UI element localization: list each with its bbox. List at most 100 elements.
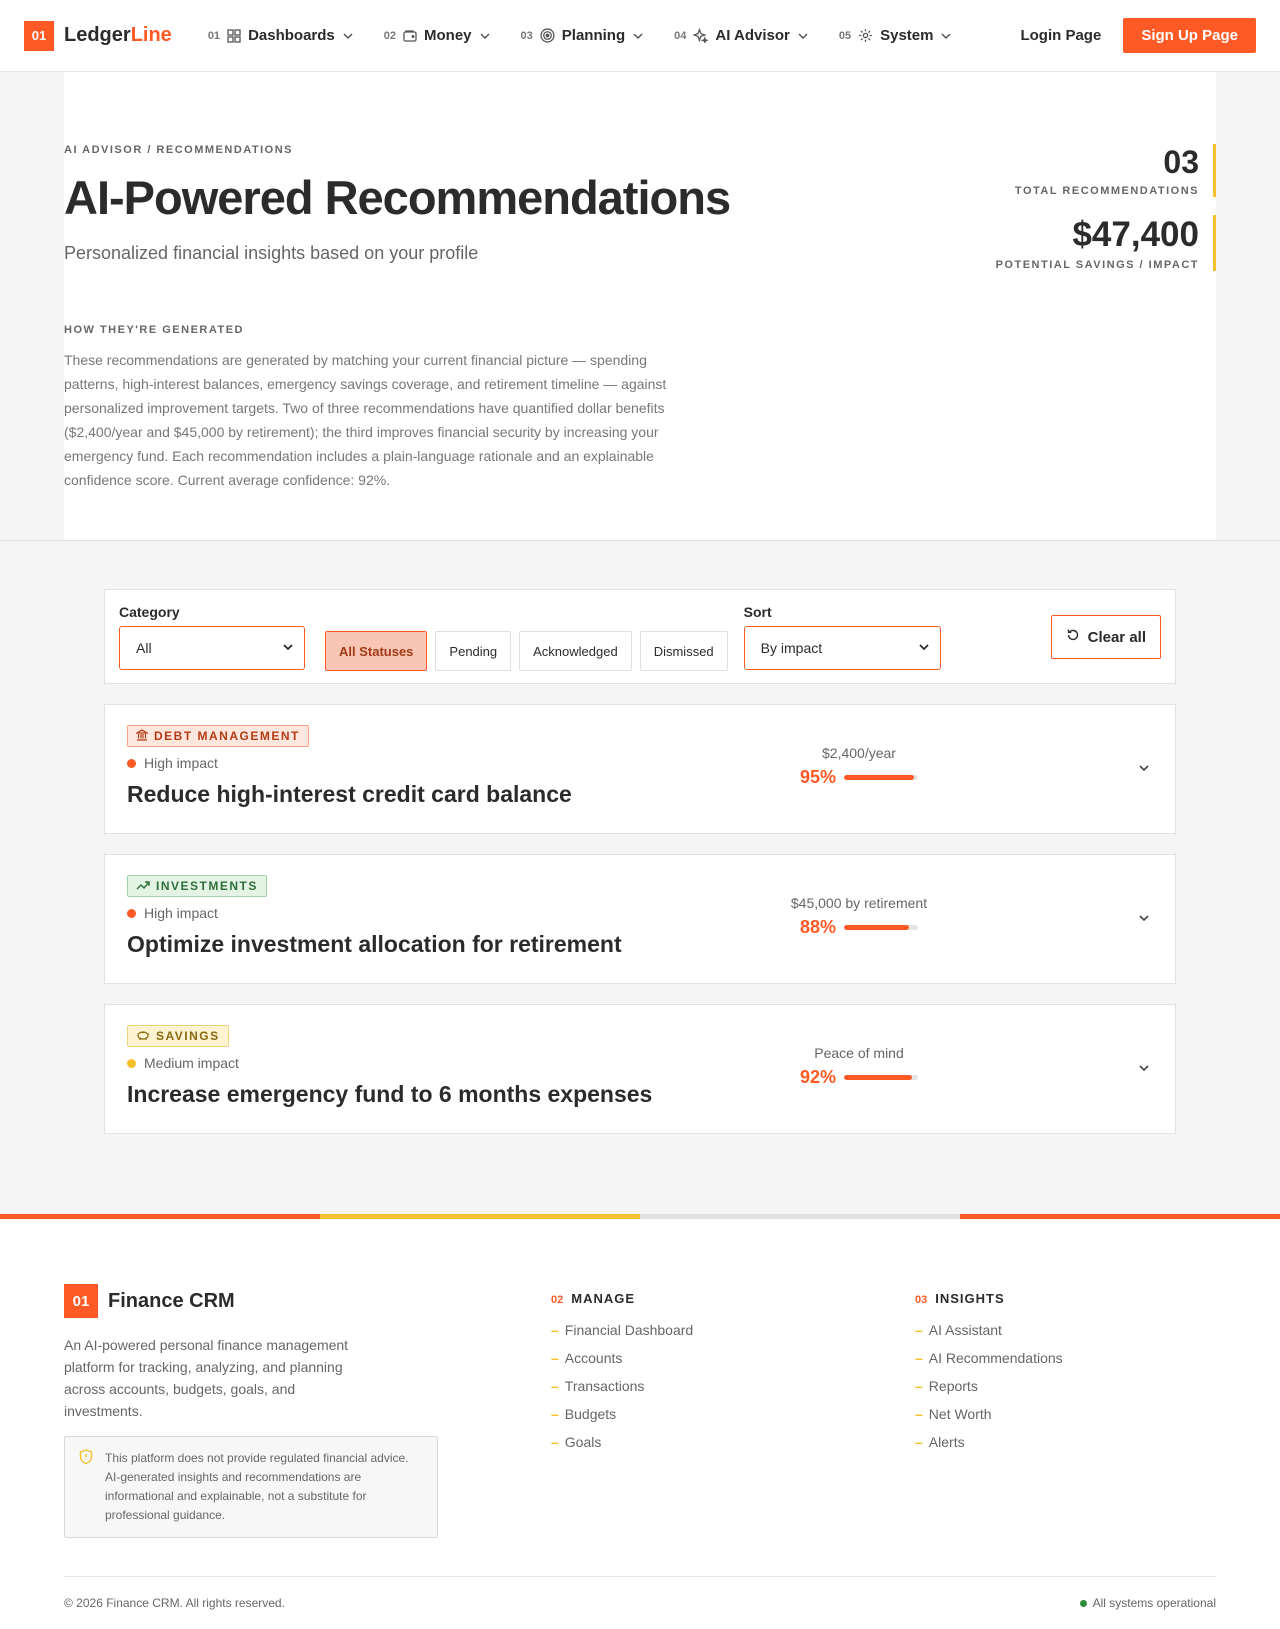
grid-icon xyxy=(227,28,241,43)
stat-value: 03 xyxy=(1163,144,1199,180)
sort-selected-value: By impact xyxy=(760,640,823,656)
logo-badge: 01 xyxy=(24,20,54,51)
hero-panel: AI ADVISOR / RECOMMENDATIONS AI-Powered … xyxy=(64,72,1216,540)
auth-links: Login Page Sign Up Page xyxy=(1020,18,1256,53)
clear-all-button[interactable]: Clear all xyxy=(1050,615,1161,659)
category-tag: SAVINGS xyxy=(127,1025,229,1047)
footer-brand-column: 01 Finance CRM An AI-powered personal fi… xyxy=(64,1284,438,1538)
chevron-down-icon xyxy=(342,30,354,42)
recommendation-card[interactable]: SAVINGS Medium impact Increase emergency… xyxy=(104,1004,1176,1134)
status-filter-group: All Statuses Pending Acknowledged Dismis… xyxy=(325,631,728,671)
system-status: All systems operational xyxy=(1079,1596,1216,1610)
confidence-percent: 95% xyxy=(799,767,837,787)
footer-link[interactable]: Financial Dashboard xyxy=(551,1316,693,1344)
recommendation-card[interactable]: INVESTMENTS High impact Optimize investm… xyxy=(104,854,1176,984)
chevron-down-icon xyxy=(479,30,491,42)
signup-button[interactable]: Sign Up Page xyxy=(1123,18,1256,53)
nav-item-money[interactable]: 02 Money xyxy=(384,27,491,44)
impact-label: High impact xyxy=(144,905,218,921)
wallet-icon xyxy=(403,29,417,43)
confidence-percent: 92% xyxy=(799,1067,837,1087)
footer-link[interactable]: AI Assistant xyxy=(915,1316,1063,1344)
confidence-row: 92% xyxy=(799,1067,919,1088)
confidence-bar xyxy=(844,1075,919,1080)
benefit-confidence: $45,000 by retirement 88% xyxy=(749,895,969,938)
recommendation-title: Optimize investment allocation for retir… xyxy=(127,931,622,957)
footer-link[interactable]: Budgets xyxy=(551,1400,693,1428)
gear-icon xyxy=(858,28,873,43)
expand-chevron-icon[interactable] xyxy=(1137,1061,1151,1080)
logo-text-accent: Line xyxy=(130,24,172,46)
confidence-row: 95% xyxy=(799,767,919,788)
nav-item-system[interactable]: 05 System xyxy=(839,27,953,44)
footer-link[interactable]: Alerts xyxy=(915,1428,1063,1456)
recommendation-card[interactable]: DEBT MANAGEMENT High impact Reduce high-… xyxy=(104,704,1176,834)
status-chip-all[interactable]: All Statuses xyxy=(325,631,428,671)
stat-label: POTENTIAL SAVINGS / IMPACT xyxy=(995,259,1199,271)
confidence-bar-fill xyxy=(844,925,910,930)
category-tag-label: INVESTMENTS xyxy=(156,879,258,893)
category-select[interactable]: All xyxy=(119,626,305,670)
category-selected-value: All xyxy=(136,640,152,656)
category-label: Category xyxy=(119,604,180,620)
footer-link[interactable]: Transactions xyxy=(551,1372,693,1400)
status-chip-dismissed[interactable]: Dismissed xyxy=(639,631,728,671)
bank-icon xyxy=(134,728,150,744)
benefit-value: $45,000 by retirement xyxy=(790,895,928,911)
sort-select[interactable]: By impact xyxy=(743,626,941,670)
site-footer: 01 Finance CRM An AI-powered personal fi… xyxy=(0,1219,1280,1629)
brand-logo[interactable]: 01 LedgerLine xyxy=(24,20,172,51)
footer-bottom-bar: © 2026 Finance CRM. All rights reserved.… xyxy=(64,1576,1216,1629)
impact-label: Medium impact xyxy=(144,1055,239,1071)
footer-link[interactable]: Reports xyxy=(915,1372,1063,1400)
target-icon xyxy=(540,28,555,43)
copyright: © 2026 Finance CRM. All rights reserved. xyxy=(64,1596,285,1610)
column-number: 03 xyxy=(915,1294,928,1306)
column-title: MANAGE xyxy=(571,1291,636,1306)
logo-text: LedgerLine xyxy=(64,24,172,47)
summary-stats: 03 TOTAL RECOMMENDATIONS $47,400 POTENTI… xyxy=(996,144,1216,271)
status-chip-acknowledged[interactable]: Acknowledged xyxy=(519,631,632,671)
footer-link[interactable]: Net Worth xyxy=(915,1400,1063,1428)
expand-chevron-icon[interactable] xyxy=(1137,911,1151,930)
expand-chevron-icon[interactable] xyxy=(1137,761,1151,780)
footer-logo[interactable]: 01 Finance CRM xyxy=(64,1284,438,1318)
how-generated-text: These recommendations are generated by m… xyxy=(64,352,667,488)
nav-item-ai-advisor[interactable]: 04 AI Advisor xyxy=(674,27,809,44)
sparkle-icon xyxy=(693,28,709,43)
category-tag: INVESTMENTS xyxy=(127,875,267,897)
confidence-bar-fill xyxy=(844,775,915,780)
footer-insights-column: 03 INSIGHTS AI Assistant AI Recommendati… xyxy=(915,1291,1063,1456)
footer-brand-name: Finance CRM xyxy=(108,1289,235,1312)
footer-link[interactable]: AI Recommendations xyxy=(915,1344,1063,1372)
status-chip-pending[interactable]: Pending xyxy=(435,631,512,671)
confidence-row: 88% xyxy=(799,917,919,938)
footer-link[interactable]: Goals xyxy=(551,1428,693,1456)
nav-label: AI Advisor xyxy=(715,27,790,44)
footer-link[interactable]: Accounts xyxy=(551,1344,693,1372)
impact-level: High impact xyxy=(127,755,1153,771)
chevron-down-icon xyxy=(918,640,930,656)
stat-value: $47,400 xyxy=(1072,215,1199,254)
footer-logo-badge: 01 xyxy=(64,1284,98,1318)
chevron-down-icon xyxy=(282,640,294,656)
nav-item-dashboards[interactable]: 01 Dashboards xyxy=(208,27,354,44)
confidence-percent: 88% xyxy=(799,917,837,937)
benefit-confidence: $2,400/year 95% xyxy=(749,745,969,788)
nav-item-planning[interactable]: 03 Planning xyxy=(521,27,645,44)
nav-number: 02 xyxy=(383,29,397,42)
system-status-label: All systems operational xyxy=(1092,1596,1216,1610)
column-title: INSIGHTS xyxy=(935,1291,1005,1306)
how-generated-heading: HOW THEY'RE GENERATED xyxy=(64,324,244,336)
nav-label: Planning xyxy=(561,27,626,44)
impact-level: Medium impact xyxy=(127,1055,1153,1071)
impact-dot xyxy=(127,1058,136,1068)
chevron-down-icon xyxy=(632,30,644,42)
nav-number: 03 xyxy=(520,29,533,42)
footer-link-list: AI Assistant AI Recommendations Reports … xyxy=(915,1316,1063,1456)
recommendations-main: Category All All Statuses Pending Acknow… xyxy=(104,541,1176,1214)
shield-icon xyxy=(79,1449,93,1525)
login-link[interactable]: Login Page xyxy=(1020,27,1101,44)
footer-column-heading: 02 MANAGE xyxy=(551,1291,693,1306)
benefit-value: $2,400/year xyxy=(822,745,896,761)
